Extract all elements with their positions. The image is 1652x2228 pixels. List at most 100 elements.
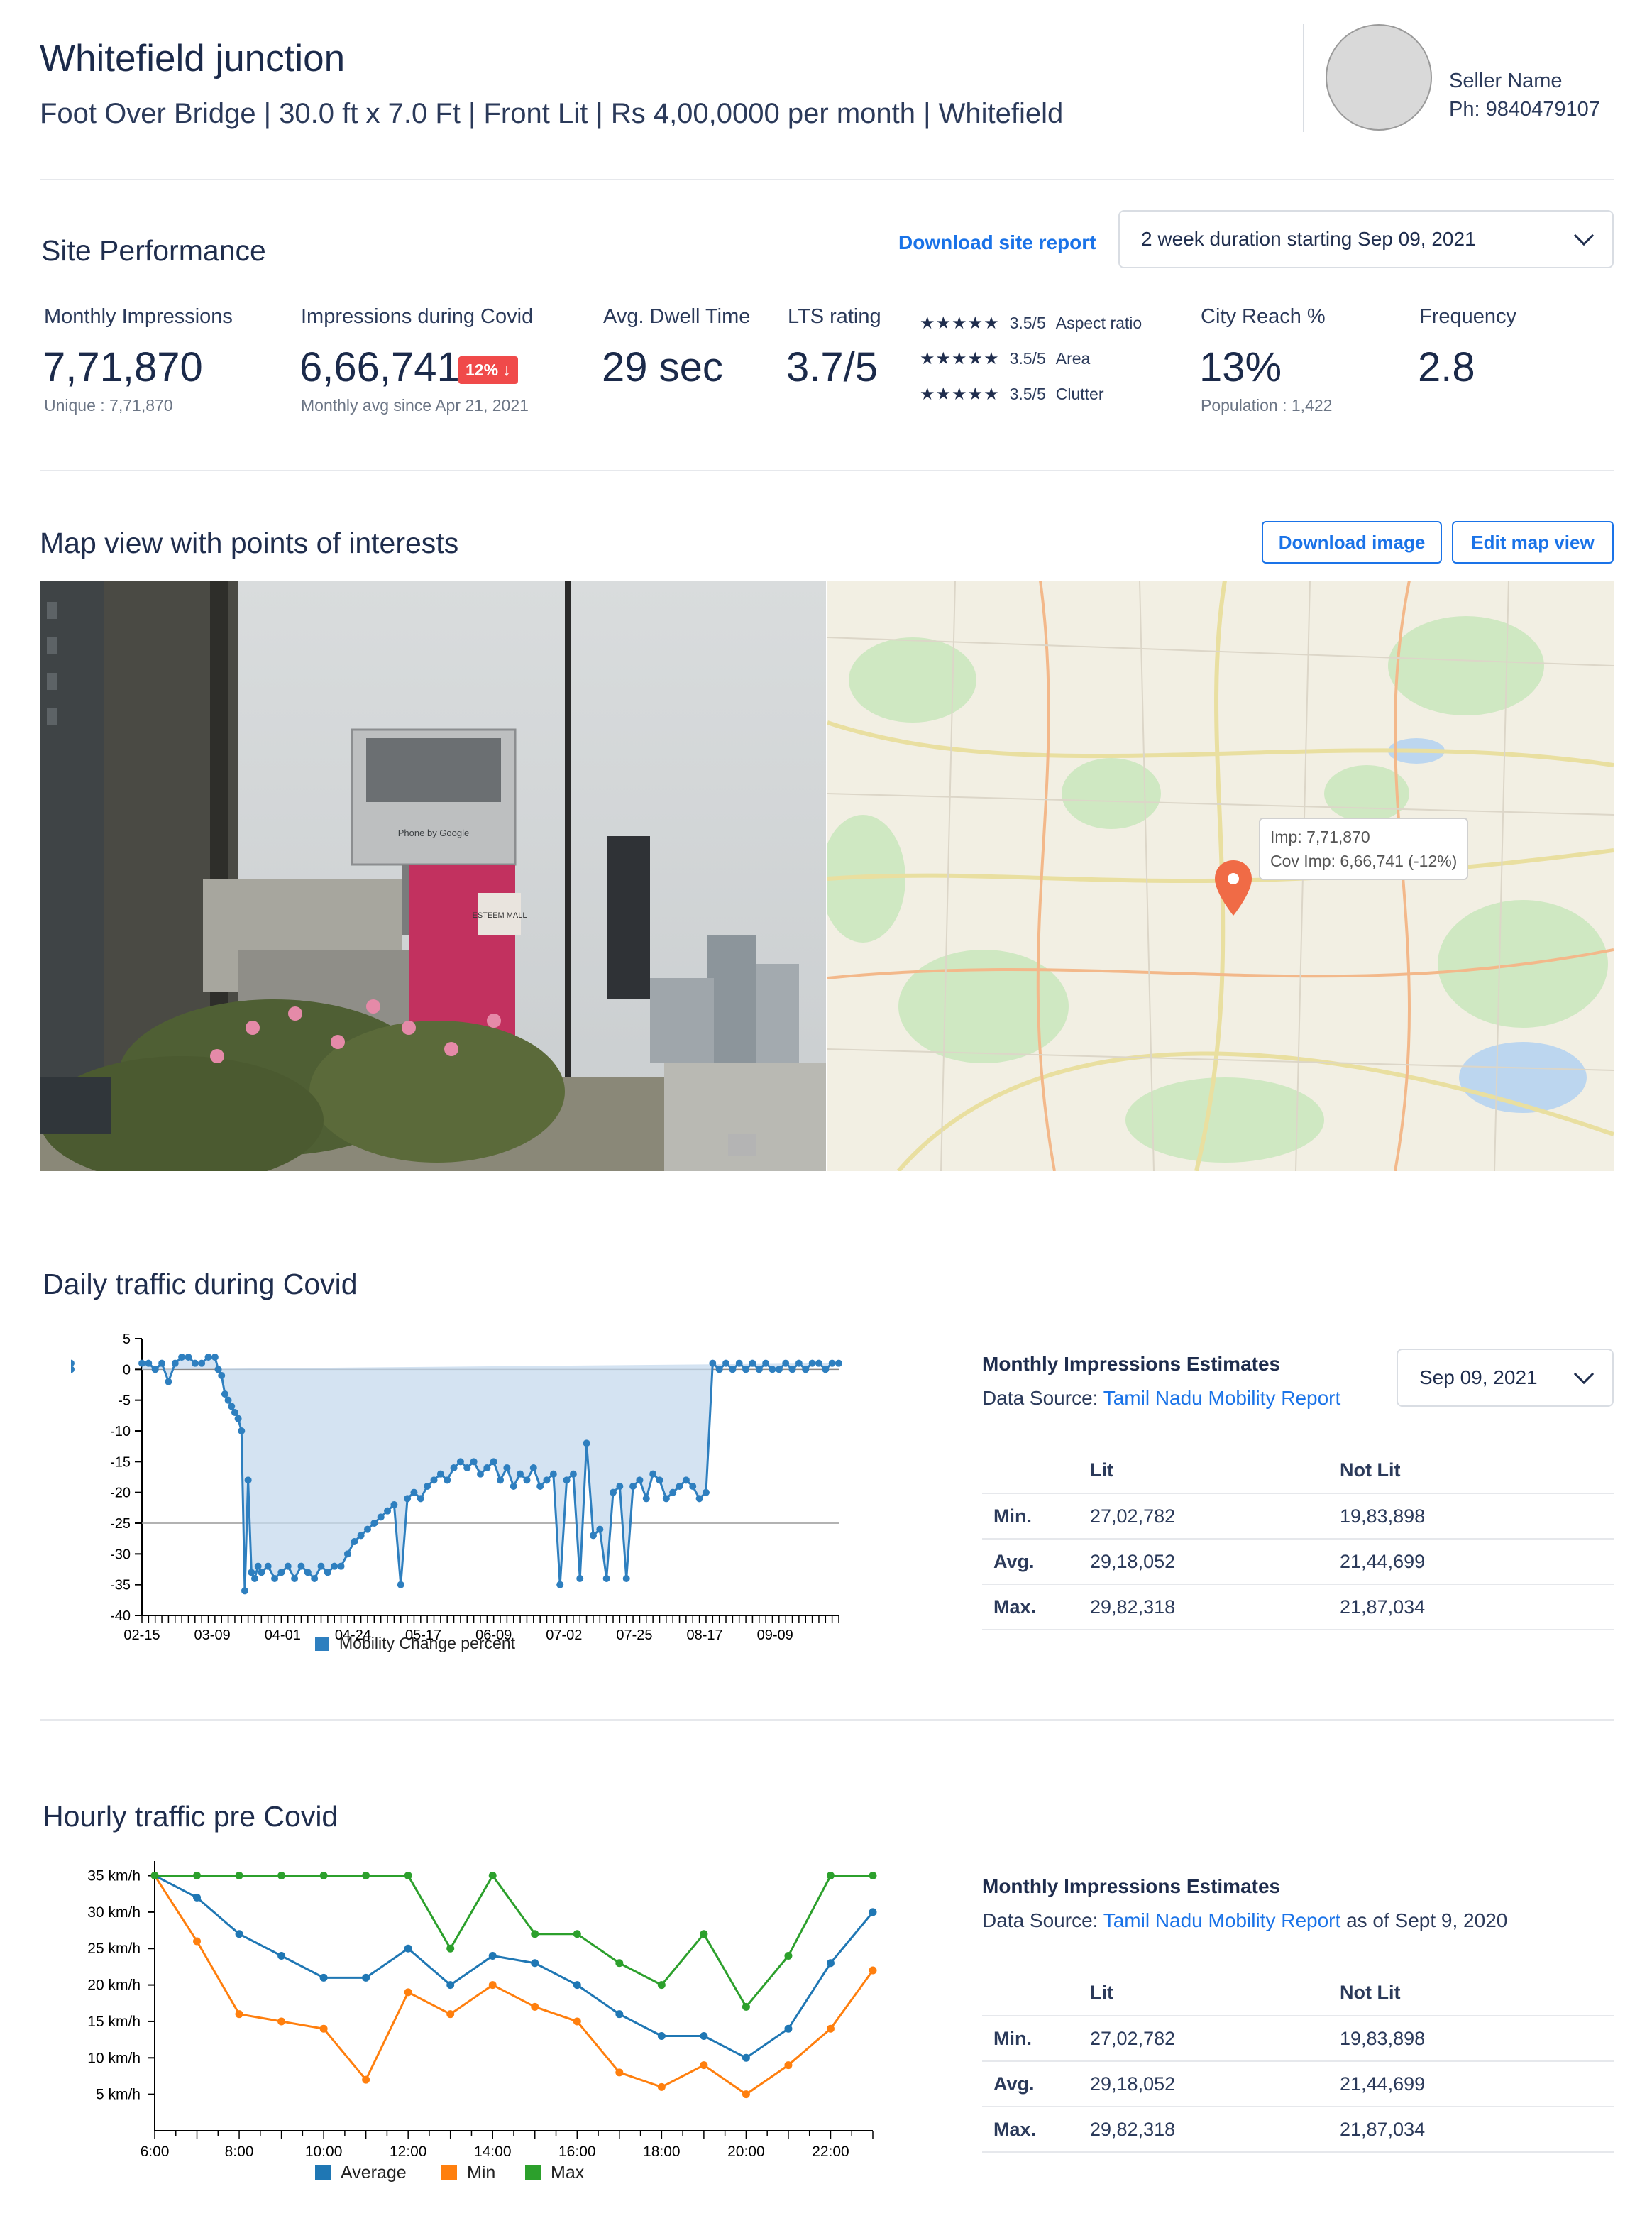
data-point [291,1575,299,1582]
data-point [822,1366,830,1373]
data-source-link[interactable]: Tamil Nadu Mobility Report [1103,1909,1341,1931]
table-header-row: Lit Not Lit [982,1448,1614,1494]
row-label: Min. [982,1493,1090,1540]
covid-impressions-value: 6,66,741 [299,344,460,390]
data-point [775,1366,783,1373]
data-point [573,1981,581,1990]
site-photo-illustration: Phone by Google ESTEEM MALL [40,581,826,1171]
data-point [343,1550,351,1558]
download-image-button[interactable]: Download image [1262,521,1442,564]
map-pin-icon[interactable] [1213,859,1253,918]
dwell-time-value: 29 sec [602,344,723,390]
data-point [271,1575,279,1582]
rating-row-clutter: ★★★★★ 3.5/5 Clutter [920,376,1142,412]
data-point [835,1359,842,1367]
chevron-down-icon [1573,1363,1595,1385]
row-label: Min. [982,2016,1090,2062]
legend-swatch [525,2165,541,2180]
table-row: Avg. 29,18,052 21,44,699 [982,2061,1614,2107]
y-tick-label: -5 [118,1393,131,1409]
data-point [869,1966,877,1975]
daily-traffic-title: Daily traffic during Covid [43,1268,358,1300]
data-point [629,1483,637,1490]
data-point [198,1359,206,1367]
map-section-title: Map view with points of interests [40,527,459,559]
data-point [795,1359,803,1367]
data-point [193,1872,202,1880]
data-point [138,1359,145,1367]
lts-rating-label: LTS rating [788,305,881,328]
y-tick-label: 0 [123,1362,131,1378]
data-point [224,1396,232,1404]
lit-value: 27,02,782 [1090,2016,1340,2062]
x-tick-label: 03-09 [194,1628,231,1643]
hourly-estimates-title: Monthly Impressions Estimates [982,1875,1281,1897]
lit-value: 29,18,052 [1090,1539,1340,1585]
data-point [709,1359,717,1367]
rating-name: Clutter [1055,384,1104,403]
billboard-text: Phone by Google [398,828,469,838]
legend-label: Average [341,2163,407,2183]
data-source-link[interactable]: Tamil Nadu Mobility Report [1103,1387,1341,1409]
rating-score: 3.5/5 [1009,313,1046,332]
data-point [357,1532,365,1540]
data-point [277,2017,286,2026]
header-divider [1303,24,1304,132]
y-tick-label: -10 [110,1424,131,1439]
data-point [191,1359,199,1367]
data-point [642,1495,650,1503]
legend-label: Min [467,2163,495,2183]
data-point [363,1525,371,1533]
data-point [488,1981,497,1990]
daily-date-dropdown[interactable]: Sep 09, 2021 [1397,1349,1614,1407]
rating-score: 3.5/5 [1009,349,1046,368]
legend-swatch [315,1637,329,1651]
data-point [221,1390,228,1398]
y-tick-label: -30 [110,1547,131,1562]
data-point [615,1959,624,1968]
y-tick-label: 15 km/h [87,2014,141,2030]
y-tick-label: -40 [110,1608,131,1624]
data-point [235,1930,243,1938]
data-point [583,1439,590,1447]
data-point [362,1872,370,1880]
data-point [424,1483,431,1490]
data-point [826,2024,835,2033]
y-tick-label: -25 [110,1516,131,1532]
rating-row-area: ★★★★★ 3.5/5 Area [920,341,1142,376]
stars-icon: ★★★★★ [920,384,1000,404]
data-point [488,1952,497,1960]
data-point [788,1366,796,1373]
row-label: Avg. [982,1539,1090,1585]
population-note: Population : 1,422 [1201,396,1333,415]
data-point [695,1495,703,1503]
duration-dropdown[interactable]: 2 week duration starting Sep 09, 2021 [1118,210,1614,268]
data-point [569,1470,577,1478]
x-tick-label: 8:00 [225,2144,254,2160]
daily-estimates-title: Monthly Impressions Estimates [982,1353,1281,1375]
data-point [71,1359,75,1367]
monthly-impressions-label: Monthly Impressions [44,305,233,328]
data-point [503,1464,511,1471]
data-point [150,1872,159,1880]
data-point [228,1403,236,1410]
data-point [755,1366,763,1373]
map-view[interactable]: Imp: 7,71,870 Cov Imp: 6,66,741 (-12%) [827,581,1614,1171]
x-tick-label: 02-15 [123,1628,160,1643]
y-tick-label: 20 km/h [87,1977,141,1994]
site-performance-title: Site Performance [41,234,266,267]
data-point [456,1458,464,1466]
data-point [869,1908,877,1916]
data-point [616,1483,624,1490]
row-label: Avg. [982,2061,1090,2107]
data-point [337,1562,345,1570]
edit-map-view-button[interactable]: Edit map view [1452,521,1614,564]
data-point [319,2024,328,2033]
data-point [517,1470,524,1478]
download-site-report-link[interactable]: Download site report [898,231,1096,254]
data-point [235,1872,243,1880]
data-point [488,1872,497,1880]
data-point [234,1415,242,1422]
data-point [531,1959,539,1968]
y-tick-label: 5 km/h [96,2087,141,2103]
